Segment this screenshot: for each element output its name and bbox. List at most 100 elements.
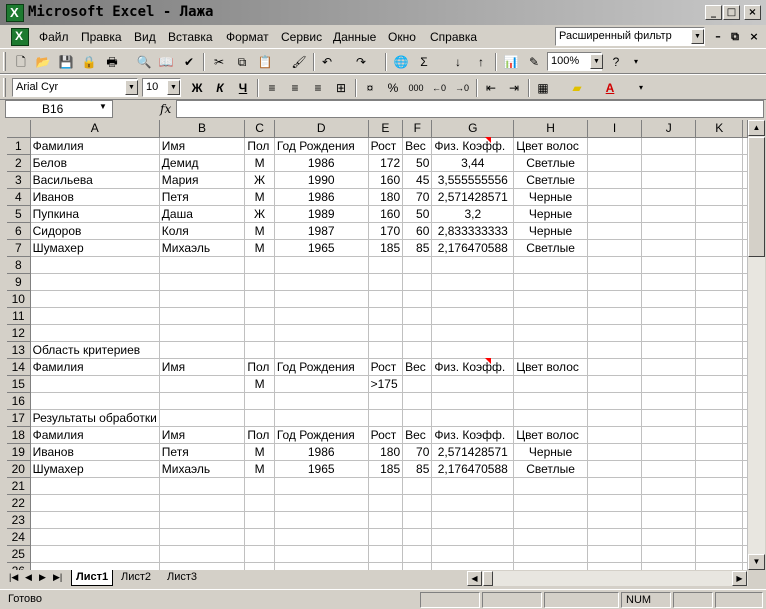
cell-f17[interactable]	[402, 409, 433, 427]
cell-e5[interactable]: 160	[368, 205, 404, 223]
cell-h2[interactable]: Светлые	[513, 154, 588, 172]
cell-d2[interactable]: 1986	[274, 154, 369, 172]
cell-b9[interactable]	[159, 273, 246, 291]
cell-f4[interactable]: 70	[402, 188, 433, 206]
paste-icon[interactable]: 📋	[256, 53, 274, 71]
cell-f20[interactable]: 85	[402, 460, 433, 478]
cell-i7[interactable]	[587, 239, 643, 257]
toolbar-grip[interactable]	[3, 78, 6, 97]
cell-i25[interactable]	[587, 545, 643, 563]
permission-icon[interactable]: 🔒	[80, 53, 98, 71]
cell-i16[interactable]	[587, 392, 643, 410]
cell-k23[interactable]	[695, 511, 743, 529]
row-header[interactable]: 9	[7, 273, 31, 291]
cell-f13[interactable]	[402, 341, 433, 359]
cell-c15[interactable]: М	[244, 375, 275, 393]
cell-d1[interactable]: Год Рождения	[274, 137, 369, 155]
font-color-icon[interactable]: A	[601, 79, 619, 97]
cell-f14[interactable]: Вес	[402, 358, 433, 376]
cell-i18[interactable]	[587, 426, 643, 444]
cell-e16[interactable]	[368, 392, 404, 410]
cell-j9[interactable]	[641, 273, 697, 291]
cell-d18[interactable]: Год Рождения	[274, 426, 369, 444]
cell-h11[interactable]	[513, 307, 588, 325]
cell-a5[interactable]: Пупкина	[30, 205, 160, 223]
comment-indicator[interactable]	[485, 358, 491, 364]
cell-k21[interactable]	[695, 477, 743, 495]
row-header[interactable]: 20	[7, 460, 31, 478]
cell-f11[interactable]	[402, 307, 433, 325]
row-header[interactable]: 8	[7, 256, 31, 274]
cell-a22[interactable]	[30, 494, 160, 512]
cell-e4[interactable]: 180	[368, 188, 404, 206]
comment-indicator[interactable]	[485, 137, 491, 143]
cell-table[interactable]: ABCDEFGHIJK 1 Фамилия Имя Пол Год Рождения Ро…	[7, 120, 748, 570]
cell-h17[interactable]	[513, 409, 588, 427]
scroll-right-button[interactable]: ▶	[732, 571, 747, 586]
row-header[interactable]: 1	[7, 137, 31, 155]
cell-d15[interactable]	[274, 375, 369, 393]
decrease-decimal-icon[interactable]: →0	[453, 79, 471, 97]
row-header[interactable]: 26	[7, 562, 31, 570]
cell-e11[interactable]	[368, 307, 404, 325]
cell-d21[interactable]	[274, 477, 369, 495]
cell-k13[interactable]	[695, 341, 743, 359]
cell-a6[interactable]: Сидоров	[30, 222, 160, 240]
row-header[interactable]: 21	[7, 477, 31, 495]
research-icon[interactable]: 📖	[157, 53, 175, 71]
cell-i24[interactable]	[587, 528, 643, 546]
font-size-dropdown[interactable]: ▼	[167, 80, 180, 95]
cell-c4[interactable]: М	[244, 188, 275, 206]
cell-k11[interactable]	[695, 307, 743, 325]
row-header[interactable]: 12	[7, 324, 31, 342]
cell-b25[interactable]	[159, 545, 246, 563]
formula-input[interactable]	[176, 100, 764, 118]
cell-b5[interactable]: Даша	[159, 205, 246, 223]
row-header[interactable]: 10	[7, 290, 31, 308]
cell-h25[interactable]	[513, 545, 588, 563]
cell-f18[interactable]: Вес	[402, 426, 433, 444]
cell-k6[interactable]	[695, 222, 743, 240]
align-left-icon[interactable]: ≡	[263, 79, 281, 97]
cell-k9[interactable]	[695, 273, 743, 291]
cell-k24[interactable]	[695, 528, 743, 546]
cell-c17[interactable]	[244, 409, 275, 427]
cell-d4[interactable]: 1986	[274, 188, 369, 206]
font-name-dropdown[interactable]: ▼	[125, 80, 138, 95]
cell-f1[interactable]: Вес	[402, 137, 433, 155]
cell-g11[interactable]	[431, 307, 515, 325]
cell-h20[interactable]: Светлые	[513, 460, 588, 478]
horizontal-scrollbar[interactable]: ◀ ▶	[467, 571, 748, 586]
cell-e1[interactable]: Рост	[368, 137, 404, 155]
cell-i21[interactable]	[587, 477, 643, 495]
row-header[interactable]: 17	[7, 409, 31, 427]
cell-d24[interactable]	[274, 528, 369, 546]
cell-a9[interactable]	[30, 273, 160, 291]
spelling-icon[interactable]: ✔	[180, 53, 198, 71]
cell-g8[interactable]	[431, 256, 515, 274]
cell-k3[interactable]	[695, 171, 743, 189]
cell-f8[interactable]	[402, 256, 433, 274]
cell-k20[interactable]	[695, 460, 743, 478]
cell-k19[interactable]	[695, 443, 743, 461]
cell-d11[interactable]	[274, 307, 369, 325]
cell-j13[interactable]	[641, 341, 697, 359]
cell-f9[interactable]	[402, 273, 433, 291]
cell-d6[interactable]: 1987	[274, 222, 369, 240]
cell-e9[interactable]	[368, 273, 404, 291]
cell-e23[interactable]	[368, 511, 404, 529]
cell-d12[interactable]	[274, 324, 369, 342]
cell-f21[interactable]	[402, 477, 433, 495]
cell-a14[interactable]: Фамилия	[30, 358, 160, 376]
cell-b10[interactable]	[159, 290, 246, 308]
minimize-button[interactable]: _	[705, 5, 722, 20]
sheet-tab-3[interactable]: Лист3	[163, 570, 201, 586]
cell-i19[interactable]	[587, 443, 643, 461]
cell-d10[interactable]	[274, 290, 369, 308]
cell-c22[interactable]	[244, 494, 275, 512]
cell-f22[interactable]	[402, 494, 433, 512]
cell-c10[interactable]	[244, 290, 275, 308]
cell-g1[interactable]: Физ. Коэфф.	[431, 137, 515, 155]
cell-b1[interactable]: Имя	[159, 137, 246, 155]
merge-center-icon[interactable]: ⊞	[332, 79, 350, 97]
